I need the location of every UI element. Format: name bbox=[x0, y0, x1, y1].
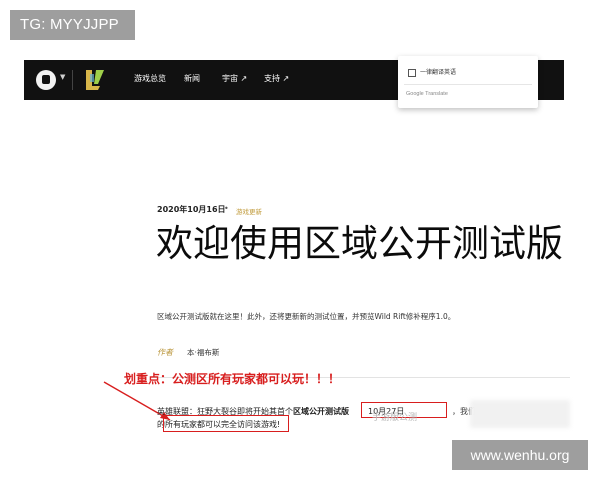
nav-item-overview[interactable]: 游戏总览 bbox=[134, 73, 166, 84]
meta-separator: • bbox=[224, 204, 229, 213]
highlight-players-box bbox=[163, 415, 289, 432]
translate-popup: 一律翻译英语 Google Translate bbox=[398, 56, 538, 108]
article-headline: 欢迎使用区域公开测试版 bbox=[156, 222, 563, 265]
wechat-watermark: 手游版公测 bbox=[372, 413, 418, 423]
nav-item-news[interactable]: 新闻 bbox=[184, 73, 200, 84]
article-date: 2020年10月16日 bbox=[157, 205, 226, 214]
translate-checkbox[interactable] bbox=[408, 69, 416, 77]
article-category-link[interactable]: 游戏更新 bbox=[236, 206, 262, 216]
translate-footer: Google Translate bbox=[406, 91, 448, 97]
nav-item-universe[interactable]: 宇宙 ↗ bbox=[222, 73, 247, 84]
author-name: 本·福布斯 bbox=[187, 348, 220, 357]
site-tag: www.wenhu.org bbox=[452, 440, 588, 470]
annotation-text: 划重点：公测区所有玩家都可以玩！！！ bbox=[124, 372, 341, 386]
author-label: 作者 bbox=[157, 348, 173, 357]
translate-divider bbox=[404, 84, 532, 85]
wild-rift-logo-icon[interactable] bbox=[84, 68, 106, 92]
tg-tag: TG: MYYJJPP bbox=[10, 10, 135, 40]
riot-logo-icon[interactable] bbox=[36, 70, 56, 90]
nav-divider bbox=[72, 70, 73, 90]
blurred-region bbox=[470, 400, 570, 428]
translate-option-label[interactable]: 一律翻译英语 bbox=[420, 67, 456, 76]
nav-item-support[interactable]: 支持 ↗ bbox=[264, 73, 289, 84]
article-subtitle: 区域公开测试版就在这里！此外，还将更新新的测试位置，并预览Wild Rift修补… bbox=[157, 312, 456, 321]
chevron-down-icon[interactable]: ▼ bbox=[60, 73, 65, 81]
